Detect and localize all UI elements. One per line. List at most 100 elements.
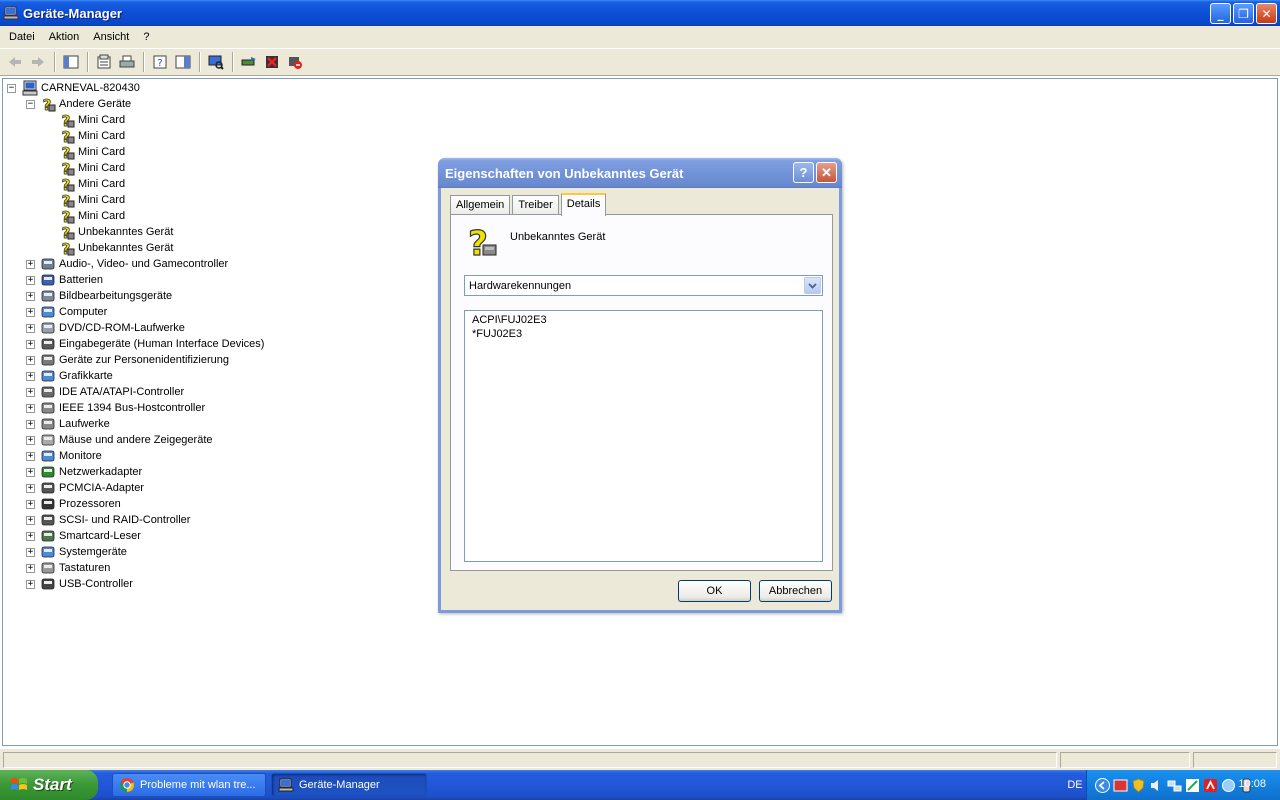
category-expander[interactable]: +	[26, 500, 35, 509]
root-expander[interactable]: −	[7, 84, 16, 93]
tab-details[interactable]: Details	[560, 193, 607, 216]
category-expander[interactable]: +	[26, 292, 35, 301]
tree-category[interactable]: USB-Controller	[40, 576, 133, 592]
category-expander[interactable]: +	[26, 340, 35, 349]
tree-category[interactable]: Monitore	[40, 448, 102, 464]
dialog-titlebar[interactable]: Eigenschaften von Unbekanntes Gerät ? ✕	[438, 158, 842, 188]
tree-device-item[interactable]: ? Mini Card	[59, 160, 125, 176]
category-expander[interactable]: +	[26, 516, 35, 525]
tree-device-item[interactable]: ? Mini Card	[59, 112, 125, 128]
forward-button[interactable]	[27, 51, 49, 73]
tree-device-item[interactable]: ? Mini Card	[59, 128, 125, 144]
tree-category[interactable]: Mäuse und andere Zeigegeräte	[40, 432, 213, 448]
tree-category[interactable]: DVD/CD-ROM-Laufwerke	[40, 320, 185, 336]
tray-expand-icon[interactable]	[1095, 777, 1110, 793]
category-expander[interactable]: +	[26, 324, 35, 333]
tab-treiber[interactable]: Treiber	[512, 195, 559, 215]
tree-device-item[interactable]: ? Mini Card	[59, 192, 125, 208]
update-driver-button[interactable]	[238, 51, 260, 73]
list-item[interactable]: *FUJ02E3	[472, 327, 815, 341]
category-expander[interactable]: +	[26, 356, 35, 365]
tree-category[interactable]: Audio-, Video- und Gamecontroller	[40, 256, 228, 272]
tree-category-other-devices[interactable]: ? Andere Geräte	[40, 96, 131, 112]
tray-app-icon[interactable]	[1113, 778, 1128, 793]
scan-hardware-button[interactable]	[205, 51, 227, 73]
menu-ansicht[interactable]: Ansicht	[87, 29, 135, 45]
category-expander[interactable]: +	[26, 548, 35, 557]
antivirus-icon[interactable]	[1203, 778, 1218, 793]
tree-category[interactable]: Grafikkarte	[40, 368, 113, 384]
tree-category[interactable]: Tastaturen	[40, 560, 110, 576]
category-expander[interactable]: +	[26, 580, 35, 589]
show-hide-tree-button[interactable]	[60, 51, 82, 73]
tray-sync-icon[interactable]	[1221, 778, 1236, 793]
tree-root[interactable]: CARNEVAL-820430	[22, 80, 140, 96]
tray-network-icon[interactable]	[1167, 778, 1182, 793]
print-button[interactable]	[116, 51, 138, 73]
tree-category[interactable]: Prozessoren	[40, 496, 121, 512]
category-expander[interactable]: +	[26, 452, 35, 461]
value-list[interactable]: ACPI\FUJ02E3 *FUJ02E3	[464, 310, 823, 562]
category-expander[interactable]: +	[26, 372, 35, 381]
tree-category[interactable]: Computer	[40, 304, 107, 320]
menu-aktion[interactable]: Aktion	[43, 29, 86, 45]
category-expander[interactable]: +	[26, 404, 35, 413]
tree-device-item[interactable]: ? Mini Card	[59, 208, 125, 224]
tree-category[interactable]: Laufwerke	[40, 416, 110, 432]
start-button[interactable]: Start	[0, 770, 98, 800]
list-item[interactable]: ACPI\FUJ02E3	[472, 313, 815, 327]
category-expander[interactable]: +	[26, 484, 35, 493]
menu-help[interactable]: ?	[137, 29, 155, 45]
back-button[interactable]	[4, 51, 26, 73]
category-expander[interactable]: +	[26, 388, 35, 397]
tab-allgemein[interactable]: Allgemein	[450, 195, 511, 215]
category-expander[interactable]: +	[26, 420, 35, 429]
tree-category[interactable]: PCMCIA-Adapter	[40, 480, 144, 496]
window-titlebar[interactable]: Geräte-Manager _ ❐ ✕	[0, 0, 1280, 26]
tree-category[interactable]: Geräte zur Personenidentifizierung	[40, 352, 229, 368]
tree-device-item[interactable]: ? Mini Card	[59, 144, 125, 160]
tree-category[interactable]: Netzwerkadapter	[40, 464, 142, 480]
tree-category[interactable]: IDE ATA/ATAPI-Controller	[40, 384, 184, 400]
properties-button[interactable]	[93, 51, 115, 73]
language-indicator[interactable]: DE	[1063, 777, 1087, 793]
uninstall-button[interactable]	[261, 51, 283, 73]
dialog-close-button[interactable]: ✕	[816, 162, 837, 183]
property-select[interactable]: Hardwarekennungen	[464, 275, 823, 296]
security-shield-icon[interactable]	[1131, 777, 1146, 793]
category-expander[interactable]: +	[26, 468, 35, 477]
category-expander[interactable]: +	[26, 436, 35, 445]
tree-category[interactable]: Smartcard-Leser	[40, 528, 141, 544]
task-device-manager[interactable]: Geräte-Manager	[271, 773, 427, 797]
tree-category[interactable]: Systemgeräte	[40, 544, 127, 560]
minimize-button[interactable]: _	[1210, 3, 1231, 24]
tray-wifi-icon[interactable]	[1185, 778, 1200, 793]
tree-device-item[interactable]: ? Mini Card	[59, 176, 125, 192]
tree-device-item[interactable]: ? Unbekanntes Gerät	[59, 240, 173, 256]
tree-category[interactable]: Bildbearbeitungsgeräte	[40, 288, 172, 304]
tree-device-item[interactable]: ? Unbekanntes Gerät	[59, 224, 173, 240]
category-expander[interactable]: +	[26, 308, 35, 317]
category-expander[interactable]: +	[26, 532, 35, 541]
task-chrome[interactable]: Probleme mit wlan tre...	[112, 773, 266, 797]
tree-category[interactable]: IEEE 1394 Bus-Hostcontroller	[40, 400, 205, 416]
maximize-button[interactable]: ❐	[1233, 3, 1254, 24]
category-expander[interactable]: +	[26, 564, 35, 573]
tree-category[interactable]: SCSI- und RAID-Controller	[40, 512, 190, 528]
menu-datei[interactable]: Datei	[3, 29, 41, 45]
disable-button[interactable]	[284, 51, 306, 73]
category-expander[interactable]: +	[26, 260, 35, 269]
dropdown-arrow-button[interactable]	[804, 277, 821, 294]
help-button[interactable]: ?	[149, 51, 171, 73]
show-hide-action-pane-button[interactable]	[172, 51, 194, 73]
tree-category[interactable]: Batterien	[40, 272, 103, 288]
tray-speaker-icon[interactable]	[1149, 778, 1164, 793]
clock[interactable]: 10:08	[1238, 778, 1266, 790]
close-button[interactable]: ✕	[1256, 3, 1277, 24]
category-expander[interactable]: +	[26, 276, 35, 285]
cancel-button[interactable]: Abbrechen	[759, 580, 832, 602]
tree-category[interactable]: Eingabegeräte (Human Interface Devices)	[40, 336, 264, 352]
ok-button[interactable]: OK	[678, 580, 751, 602]
dialog-help-button[interactable]: ?	[793, 162, 814, 183]
other-devices-expander[interactable]: −	[26, 100, 35, 109]
